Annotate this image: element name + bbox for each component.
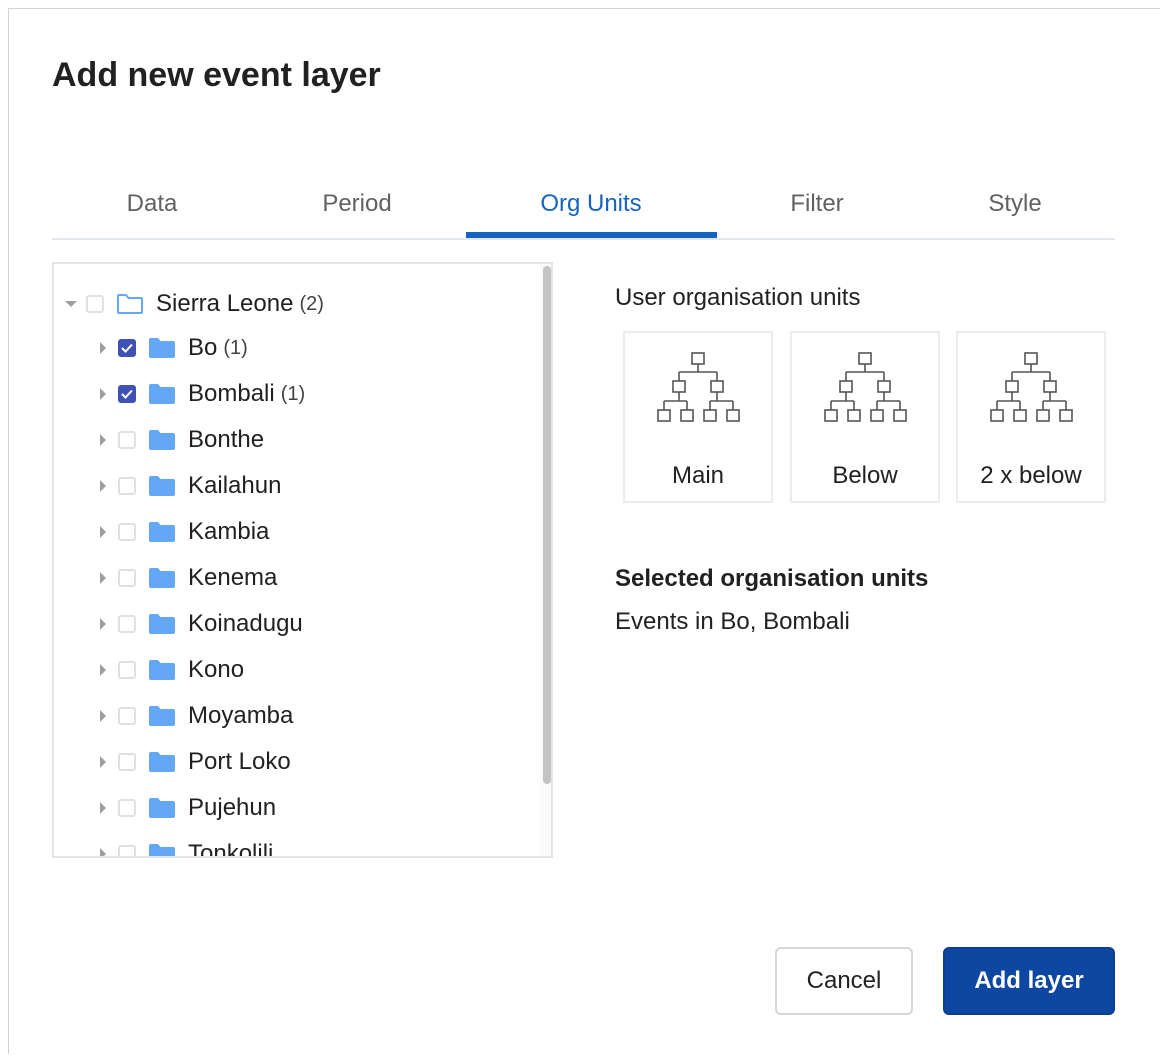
tab-style[interactable]: Style	[915, 170, 1115, 238]
caret-right-icon[interactable]	[94, 799, 112, 817]
tree-item-checkbox[interactable]	[118, 615, 136, 633]
tree-item-label[interactable]: Koinadugu	[188, 610, 303, 638]
caret-right-icon[interactable]	[94, 339, 112, 357]
tree-item[interactable]: Bombali (1)	[94, 374, 305, 414]
tree-item-checkbox[interactable]	[118, 661, 136, 679]
tree-scrollbar-thumb[interactable]	[543, 266, 551, 784]
tree-item-label[interactable]: Port Loko	[188, 748, 291, 776]
caret-right-icon[interactable]	[94, 753, 112, 771]
tree-item-label[interactable]: Bombali	[188, 380, 275, 408]
tree-root-item[interactable]: Sierra Leone (2)	[62, 284, 324, 324]
tree-item-count: (1)	[223, 336, 248, 359]
tree-item[interactable]: Kailahun	[94, 466, 281, 506]
tree-item[interactable]: Kambia	[94, 512, 269, 552]
caret-right-icon[interactable]	[94, 707, 112, 725]
caret-right-icon[interactable]	[94, 845, 112, 856]
tree-item-checkbox[interactable]	[86, 295, 104, 313]
folder-icon	[148, 613, 176, 635]
folder-icon	[148, 521, 176, 543]
tree-item-checkbox[interactable]	[118, 385, 136, 403]
folder-icon	[148, 797, 176, 819]
tab-org-units[interactable]: Org Units	[491, 170, 691, 238]
caret-right-icon[interactable]	[94, 477, 112, 495]
tree-item[interactable]: Kenema	[94, 558, 277, 598]
org-hierarchy-icon	[653, 333, 743, 440]
org-hierarchy-icon	[820, 333, 910, 440]
level-card-below[interactable]: Below	[790, 331, 940, 503]
tree-item[interactable]: Tonkolili	[94, 834, 273, 856]
tree-item-checkbox[interactable]	[118, 523, 136, 541]
caret-right-icon[interactable]	[94, 661, 112, 679]
tree-item[interactable]: Bo (1)	[94, 328, 248, 368]
caret-right-icon[interactable]	[94, 385, 112, 403]
tree-item[interactable]: Kono	[94, 650, 244, 690]
selected-org-units-text: Events in Bo, Bombali	[615, 608, 850, 635]
tree-item-checkbox[interactable]	[118, 569, 136, 587]
user-org-units-label: User organisation units	[615, 284, 861, 311]
tab-bar: Data Period Org Units Filter Style	[52, 170, 1115, 240]
caret-right-icon[interactable]	[94, 523, 112, 541]
selected-org-units-heading: Selected organisation units	[615, 565, 929, 592]
tree-item-label[interactable]: Tonkolili	[188, 840, 273, 856]
folder-icon	[148, 705, 176, 727]
tree-item[interactable]: Koinadugu	[94, 604, 303, 644]
tree-item-checkbox[interactable]	[118, 845, 136, 856]
folder-icon	[148, 567, 176, 589]
tree-item-label[interactable]: Sierra Leone	[156, 290, 293, 318]
tree-item[interactable]: Pujehun	[94, 788, 276, 828]
folder-icon	[148, 843, 176, 856]
tab-filter[interactable]: Filter	[717, 170, 917, 238]
tree-item-checkbox[interactable]	[118, 753, 136, 771]
tree-item-label[interactable]: Bo	[188, 334, 217, 362]
folder-icon	[116, 293, 144, 315]
tree-item-label[interactable]: Pujehun	[188, 794, 276, 822]
folder-icon	[148, 337, 176, 359]
tab-period[interactable]: Period	[257, 170, 457, 238]
caret-right-icon[interactable]	[94, 615, 112, 633]
level-card-main[interactable]: Main	[623, 331, 773, 503]
tree-item-label[interactable]: Moyamba	[188, 702, 293, 730]
level-card-2x-below[interactable]: 2 x below	[956, 331, 1106, 503]
tab-data[interactable]: Data	[52, 170, 252, 238]
tree-item-label[interactable]: Kenema	[188, 564, 277, 592]
caret-right-icon[interactable]	[94, 569, 112, 587]
tree-item-checkbox[interactable]	[118, 707, 136, 725]
org-unit-tree[interactable]: Sierra Leone (2) Bo (1) Bombali (1) Bonthe Kail…	[52, 262, 553, 858]
tree-item[interactable]: Port Loko	[94, 742, 291, 782]
caret-right-icon[interactable]	[94, 431, 112, 449]
tree-item-checkbox[interactable]	[118, 431, 136, 449]
tree-item-checkbox[interactable]	[118, 339, 136, 357]
tree-item-label[interactable]: Kambia	[188, 518, 269, 546]
tree-item-checkbox[interactable]	[118, 799, 136, 817]
tree-item-label[interactable]: Kailahun	[188, 472, 281, 500]
folder-icon	[148, 429, 176, 451]
folder-icon	[148, 383, 176, 405]
tree-item-count: (1)	[280, 382, 306, 405]
tree-item[interactable]: Bonthe	[94, 420, 264, 460]
cancel-button[interactable]: Cancel	[775, 947, 913, 1015]
tree-item[interactable]: Moyamba	[94, 696, 293, 736]
folder-icon	[148, 659, 176, 681]
tree-item-count: (2)	[299, 292, 324, 315]
folder-icon	[148, 751, 176, 773]
level-label-2x-below: 2 x below	[980, 462, 1082, 489]
level-label-main: Main	[671, 462, 725, 489]
tree-item-label[interactable]: Kono	[188, 656, 244, 684]
org-hierarchy-icon	[986, 333, 1076, 440]
level-label-below: Below	[832, 462, 898, 489]
dialog-title: Add new event layer	[52, 56, 381, 94]
caret-down-icon[interactable]	[62, 295, 80, 313]
active-tab-indicator	[466, 232, 717, 238]
tree-item-checkbox[interactable]	[118, 477, 136, 495]
add-layer-button[interactable]: Add layer	[943, 947, 1115, 1015]
folder-icon	[148, 475, 176, 497]
tree-scrollbar[interactable]	[540, 264, 551, 856]
tree-item-label[interactable]: Bonthe	[188, 426, 264, 454]
